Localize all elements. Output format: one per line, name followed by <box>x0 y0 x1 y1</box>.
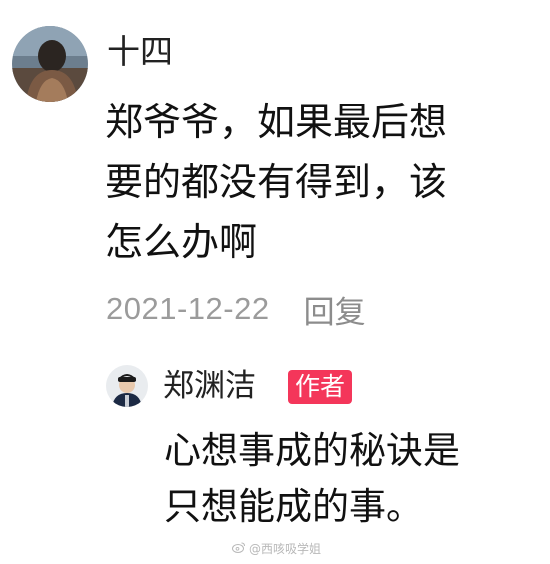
commenter-name[interactable]: 十四 <box>107 32 173 72</box>
comment-text-line: 郑爷爷，如果最后想 <box>105 100 448 144</box>
weibo-icon <box>232 541 246 556</box>
comment-timestamp: 2021-12-22 <box>106 291 270 326</box>
author-badge: 作者 <box>288 370 353 404</box>
watermark-text: @西咳吸学姐 <box>249 542 322 556</box>
watermark: @西咳吸学姐 <box>232 540 321 557</box>
reply-text-line: 只想能成的事。 <box>164 485 423 528</box>
reply-button[interactable]: 回复 <box>304 287 366 332</box>
comment-text-line: 要的都没有得到，该 <box>105 160 448 204</box>
comment-meta: 2021-12-22 回复 <box>106 287 366 331</box>
reply-text: 心想事成的秘诀是 只想能成的事。 <box>164 423 544 535</box>
author-avatar[interactable] <box>106 365 148 407</box>
reply-text-line: 心想事成的秘诀是 <box>164 429 460 472</box>
comment-text-line: 怎么办啊 <box>105 220 258 264</box>
commenter-avatar[interactable] <box>12 26 88 102</box>
author-name[interactable]: 郑渊洁 <box>163 366 256 406</box>
comment-text: 郑爷爷，如果最后想 要的都没有得到，该 怎么办啊 <box>105 92 525 272</box>
